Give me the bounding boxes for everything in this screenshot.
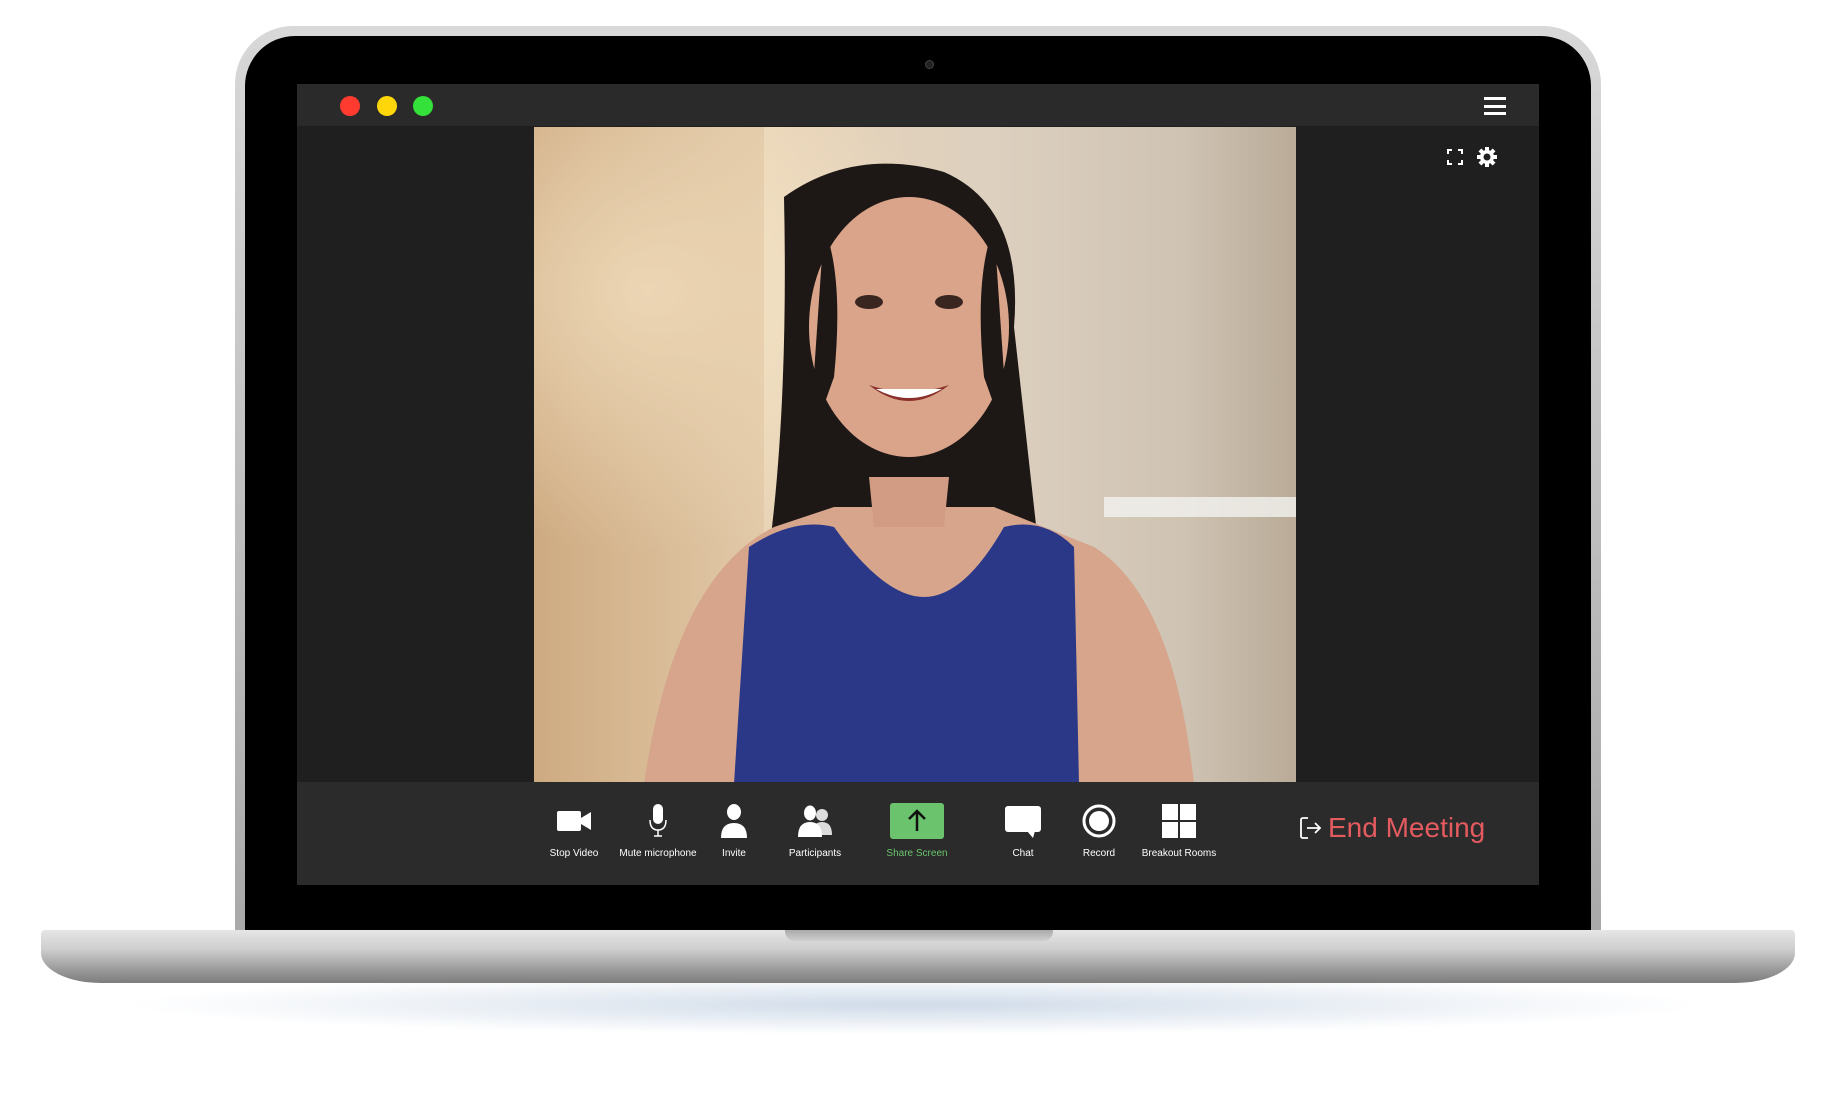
gear-icon[interactable] [1477,147,1497,167]
share-screen-icon [890,803,944,839]
meeting-toolbar: Stop Video Mute microphone Invite Partic… [297,782,1539,885]
share-screen-label: Share Screen [886,848,948,859]
end-meeting-label: End Meeting [1328,812,1486,843]
participants-label: Participants [788,848,842,859]
exit-icon [1300,817,1322,839]
laptop-notch [785,930,1053,941]
person-icon [721,804,747,838]
laptop-base [41,930,1795,983]
breakout-rooms-label: Breakout Rooms [1141,848,1217,859]
participants-button[interactable]: Participants [760,802,870,859]
microphone-icon [649,804,667,837]
title-bar [297,84,1539,126]
maximize-button[interactable] [413,96,433,116]
close-button[interactable] [340,96,360,116]
breakout-rooms-button[interactable]: Breakout Rooms [1124,802,1234,859]
grid-icon [1162,804,1196,838]
participant-video [534,127,1296,784]
meeting-window: Stop Video Mute microphone Invite Partic… [297,84,1539,885]
video-camera-icon [557,811,591,831]
webcam [925,60,934,69]
hamburger-icon[interactable] [1484,97,1506,115]
fullscreen-icon[interactable] [1447,149,1463,165]
people-icon [798,805,832,837]
video-top-controls [1447,147,1497,167]
end-meeting-button[interactable]: End Meeting [1300,812,1485,844]
participant-image [534,127,1296,784]
laptop-shadow [120,975,1710,1035]
minimize-button[interactable] [377,96,397,116]
chat-icon [1005,806,1041,838]
share-screen-button[interactable]: Share Screen [862,802,972,859]
record-icon [1082,804,1116,838]
